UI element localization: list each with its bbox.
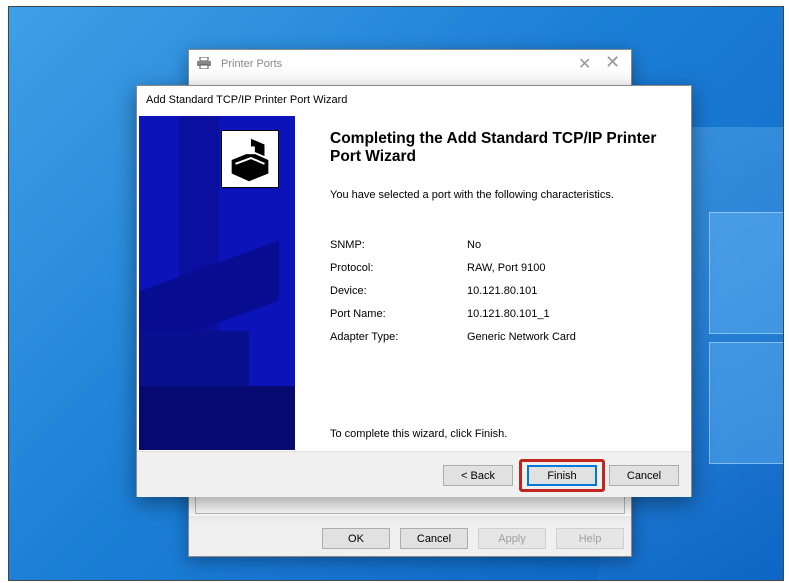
wizard-heading: Completing the Add Standard TCP/IP Print… [330, 130, 657, 165]
wallpaper-window-pane [709, 212, 783, 334]
tcpip-port-wizard-dialog: Add Standard TCP/IP Printer Port Wizard … [136, 85, 692, 497]
detail-label: Port Name: [330, 308, 386, 320]
detail-value: 10.121.80.101_1 [467, 308, 550, 320]
printer-ports-titlebar: Printer Ports ✕ ✕ [189, 50, 631, 78]
printer-wizard-icon [221, 130, 279, 188]
cancel-button[interactable]: Cancel [609, 465, 679, 486]
wallpaper-window-pane [709, 342, 783, 464]
ok-button[interactable]: OK [322, 528, 390, 549]
detail-value: 10.121.80.101 [467, 285, 538, 297]
detail-value: Generic Network Card [467, 331, 576, 343]
detail-label: Device: [330, 285, 367, 297]
close-icon[interactable]: ✕ [578, 54, 591, 74]
finish-button[interactable]: Finish [527, 465, 597, 486]
complete-instructions: To complete this wizard, click Finish. [330, 428, 508, 440]
detail-label: SNMP: [330, 239, 365, 251]
wizard-title: Add Standard TCP/IP Printer Port Wizard [146, 94, 348, 106]
wizard-banner [139, 116, 295, 450]
printer-ports-title: Printer Ports [221, 58, 283, 70]
printer-icon [197, 57, 211, 69]
help-button[interactable]: Help [556, 528, 624, 549]
wizard-titlebar: Add Standard TCP/IP Printer Port Wizard [137, 86, 691, 114]
printer-ports-button-bar: OK Cancel Apply Help [189, 516, 631, 556]
wizard-intro: You have selected a port with the follow… [330, 189, 614, 201]
apply-button[interactable]: Apply [478, 528, 546, 549]
detail-label: Adapter Type: [330, 331, 399, 343]
banner-shading [139, 386, 295, 450]
detail-label: Protocol: [330, 262, 374, 274]
desktop-background: Printer Ports ✕ ✕ OK Cancel Apply Help A… [8, 6, 784, 581]
cancel-button[interactable]: Cancel [400, 528, 468, 549]
detail-value: RAW, Port 9100 [467, 262, 546, 274]
wizard-button-bar: < Back Finish Cancel [137, 451, 691, 497]
detail-value: No [467, 239, 482, 251]
back-button[interactable]: < Back [443, 465, 513, 486]
close-icon[interactable]: ✕ [605, 52, 620, 73]
